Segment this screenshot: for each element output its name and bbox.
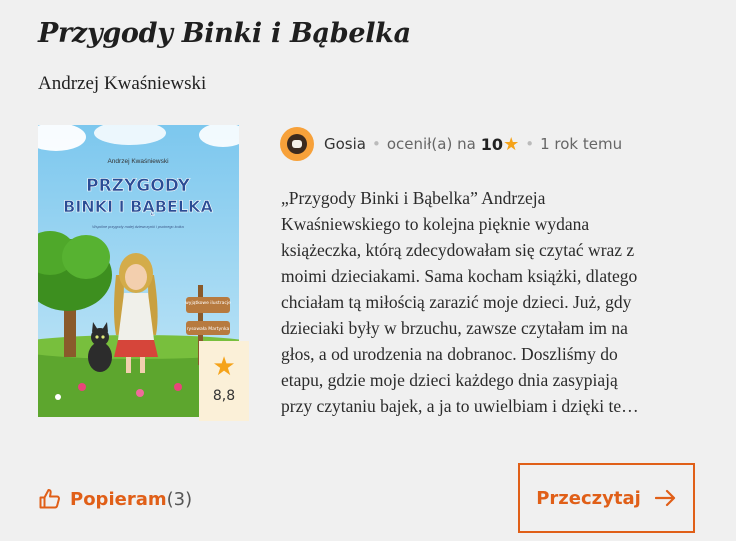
separator-dot: •	[371, 135, 381, 153]
review-text-line: książeczka, którą zdecydowałam się czyta…	[281, 240, 635, 260]
cover-title-line2: BINKI I BĄBELKA	[63, 197, 213, 216]
cover-sign-1: wyjątkowe ilustracje	[185, 300, 231, 306]
rated-label: ocenił(a) na	[386, 135, 476, 153]
cover-sign-2: rysowała Martynka	[187, 326, 230, 332]
book-title[interactable]: Przygody Binki i Bąbelka	[38, 18, 411, 49]
separator-dot: •	[525, 135, 535, 153]
review-text-line: moimi dzieciakami. Sama kocham książki, …	[281, 266, 638, 286]
review-text-line: „Przygody Binki i Bąbelka” Andrzeja	[281, 188, 546, 208]
review-meta: Gosia • ocenił(a) na 10 ★ • 1 rok temu	[280, 126, 622, 162]
read-button[interactable]: Przeczytaj	[518, 463, 695, 533]
cover-tagline: Wspólne przygody małej dziewczynki i pso…	[92, 225, 183, 229]
review-text-line: dzieciaki były w brzuchu, zawsze czytała…	[281, 318, 628, 338]
review-text-line: Kwaśniewskiego to kolejna pięknie wydana	[281, 214, 590, 234]
arrow-right-icon	[654, 489, 675, 507]
review-score: 10	[480, 134, 504, 154]
review-text-line: etapu, gdzie moje dzieci każdego dnia za…	[281, 370, 618, 390]
review-time: 1 rok temu	[540, 135, 623, 153]
book-author[interactable]: Andrzej Kwaśniewski	[38, 73, 206, 95]
like-label: Popieram	[70, 488, 167, 510]
review-user-name[interactable]: Gosia	[324, 135, 366, 153]
avatar[interactable]	[280, 127, 314, 161]
read-button-label: Przeczytaj	[536, 487, 641, 509]
book-rating-value: 8,8	[212, 388, 236, 404]
like-button[interactable]: Popieram (3)	[38, 484, 192, 514]
thumbs-up-icon	[39, 489, 60, 509]
review-text-line: chciałam tą miłością zarazić moje dzieci…	[281, 292, 632, 312]
review-text-line: przy czytaniu bajek, a ja to uwielbiam i…	[281, 396, 639, 416]
star-icon: ★	[503, 133, 520, 155]
review-text-line: głos, a od urodzenia na dobranoc. Doszli…	[281, 344, 618, 364]
book-rating-badge: ★ 8,8	[199, 341, 249, 421]
like-count: (3)	[166, 488, 193, 510]
cover-author: Andrzej Kwaśniewski	[107, 158, 168, 165]
review-text[interactable]: „Przygody Binki i Bąbelka” Andrzeja Kwaś…	[281, 185, 701, 419]
star-icon: ★	[212, 351, 236, 381]
cover-title-line1: PRZYGODY	[86, 176, 190, 196]
